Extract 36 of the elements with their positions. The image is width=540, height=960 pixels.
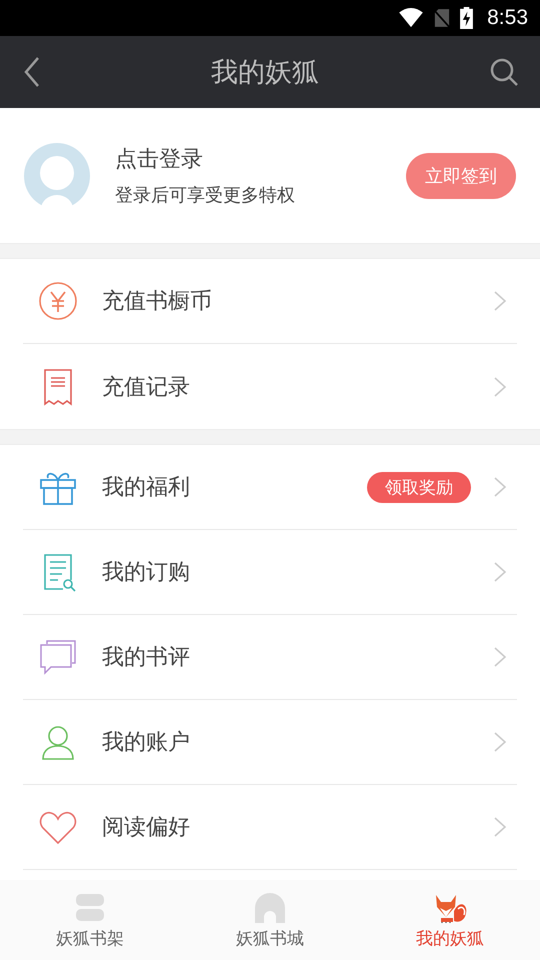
chevron-right-icon (493, 562, 507, 582)
menu-item-label: 我的账户 (102, 729, 191, 757)
chevron-right-icon (493, 291, 507, 311)
battery-icon (460, 7, 474, 29)
menu-item[interactable]: 我的福利 领取奖励 (23, 445, 517, 530)
menu-item-label: 充值书橱币 (102, 288, 213, 316)
dome-icon (252, 890, 288, 922)
login-prompt[interactable]: 点击登录 (115, 144, 406, 174)
menu-item-label: 我的订购 (102, 559, 191, 587)
login-hint: 登录后可享受更多特权 (115, 184, 296, 207)
tab-item[interactable]: 妖狐书架 (0, 880, 180, 960)
menu-item[interactable]: 我的书评 (23, 615, 517, 700)
coin-icon (38, 281, 78, 321)
back-icon[interactable] (24, 57, 40, 87)
wifi-icon (398, 8, 424, 28)
chevron-right-icon (493, 732, 507, 752)
tab-item[interactable]: 妖狐书城 (180, 880, 360, 960)
chevron-right-icon (493, 817, 507, 837)
menu-item[interactable]: 充值记录 (23, 344, 517, 429)
search-icon[interactable] (490, 58, 518, 86)
chevron-right-icon (493, 376, 507, 396)
chevron-right-icon (493, 647, 507, 667)
menu-item[interactable]: 我的账户 (23, 700, 517, 785)
chevron-right-icon (493, 477, 507, 497)
status-time: 8:53 (487, 6, 528, 30)
menu-item-label: 我的书评 (102, 644, 191, 672)
menu-item-label: 阅读偏好 (102, 814, 191, 842)
menu-item-label: 充值记录 (102, 374, 191, 402)
menu-item[interactable]: 我的订购 (23, 530, 517, 615)
menu-item-label: 我的福利 (102, 474, 191, 502)
menu-item[interactable]: 充值书橱币 (23, 259, 517, 344)
no-sim-icon (434, 8, 450, 28)
menu-item[interactable]: 阅读偏好 (23, 785, 517, 870)
tab-item[interactable]: 我的妖狐 (360, 880, 540, 960)
screen-title: 我的妖狐 (211, 56, 319, 90)
avatar-icon (24, 142, 90, 208)
